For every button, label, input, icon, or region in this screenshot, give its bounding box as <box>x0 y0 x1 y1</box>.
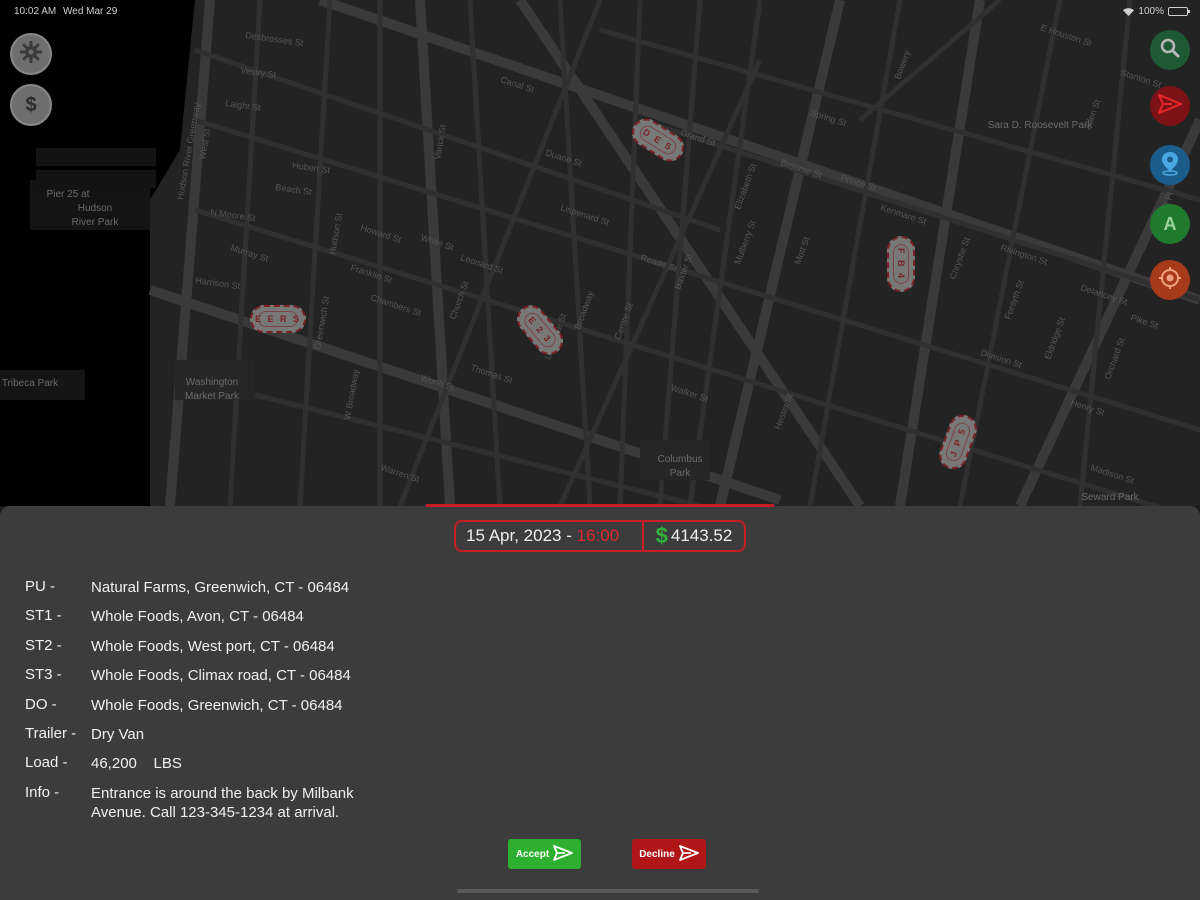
settings-button[interactable] <box>10 33 52 75</box>
accept-label: Accept <box>515 848 550 860</box>
search-button[interactable] <box>1150 30 1190 70</box>
place-label: Hudson <box>78 203 112 214</box>
sheet-accent-line <box>426 504 774 507</box>
place-label: Market Park <box>185 391 240 402</box>
offer-price: $ 4143.52 <box>644 523 744 549</box>
status-bar: 10:02 AM Wed Mar 29 100% <box>0 0 1200 22</box>
detail-row-trailer: Trailer - Dry Van <box>25 725 391 754</box>
search-icon <box>1159 37 1181 64</box>
detail-label: Trailer - <box>25 724 77 742</box>
pickup-datetime: 15 Apr, 2023 - 16:00 <box>456 526 642 546</box>
battery-icon <box>1168 7 1190 16</box>
target-icon <box>1158 266 1182 295</box>
place-label: Washington <box>186 377 238 388</box>
detail-value: Entrance is around the back by Milbank A… <box>91 784 354 821</box>
detail-value: 46,200 LBS <box>91 755 182 773</box>
pickup-date: 15 Apr, 2023 - <box>466 526 577 545</box>
detail-label: Info - <box>25 783 60 801</box>
decline-label: Decline <box>639 848 675 860</box>
detail-label: PU - <box>25 578 55 595</box>
detail-row-dropoff: DO - Whole Foods, Greenwich, CT - 06484 <box>25 696 391 725</box>
detail-row-load: Load - 46,200 LBS <box>25 754 391 783</box>
detail-label: ST1 - <box>25 607 62 625</box>
settings-icon <box>19 40 43 69</box>
wifi-icon <box>1123 7 1135 16</box>
place-label: Seward Park <box>1081 492 1139 503</box>
detail-value: Whole Foods, Climax road, CT - 06484 <box>91 667 351 685</box>
map-streets: Pier 25 at Hudson River Park Washington … <box>0 0 1200 506</box>
home-indicator[interactable] <box>457 889 759 893</box>
detail-label: ST2 - <box>25 636 62 654</box>
target-button[interactable] <box>1150 260 1190 300</box>
detail-label: DO - <box>25 695 57 713</box>
map-view[interactable]: Pier 25 at Hudson River Park Washington … <box>0 0 1200 506</box>
send-icon <box>1157 93 1183 120</box>
place-label: Park <box>670 468 692 479</box>
location-pin-icon <box>1159 150 1181 181</box>
detail-row-pickup: PU - Natural Farms, Greenwich, CT - 0648… <box>25 578 391 607</box>
status-right: 100% <box>1123 6 1190 17</box>
location-pin-button[interactable] <box>1150 145 1190 185</box>
detail-row-stop-2: ST2 - Whole Foods, West port, CT - 06484 <box>25 637 391 666</box>
letter-a-button[interactable]: A <box>1150 204 1190 244</box>
load-offer-sheet: 15 Apr, 2023 - 16:00 $ 4143.52 PU - Natu… <box>0 504 1200 900</box>
detail-value: Whole Foods, Avon, CT - 06484 <box>91 608 304 626</box>
send-icon <box>678 844 699 864</box>
detail-value: Whole Foods, West port, CT - 06484 <box>91 637 335 655</box>
detail-row-info: Info - Entrance is around the back by Mi… <box>25 783 391 821</box>
decline-button[interactable]: Decline <box>632 839 706 869</box>
vehicle-marker[interactable]: E E R S <box>250 305 306 333</box>
detail-value: Natural Farms, Greenwich, CT - 06484 <box>91 579 350 596</box>
earnings-button[interactable]: $ <box>10 84 52 126</box>
offer-summary: 15 Apr, 2023 - 16:00 $ 4143.52 <box>454 520 746 552</box>
detail-row-stop-1: ST1 - Whole Foods, Avon, CT - 06484 <box>25 607 391 636</box>
price-value: 4143.52 <box>670 526 733 545</box>
send-button[interactable] <box>1150 86 1190 126</box>
load-details: PU - Natural Farms, Greenwich, CT - 0648… <box>25 578 391 821</box>
battery-percent: 100% <box>1138 6 1164 17</box>
accept-button[interactable]: Accept <box>508 839 581 869</box>
dollar-icon: $ <box>25 93 37 116</box>
place-label: River Park <box>72 217 120 228</box>
pickup-time: 16:00 <box>576 526 620 545</box>
detail-label: ST3 - <box>25 666 62 684</box>
status-time: 10:02 AM <box>14 6 57 17</box>
vehicle-marker[interactable]: F B 4 <box>887 236 915 292</box>
place-label: Sara D. Roosevelt Park <box>988 120 1093 131</box>
letter-a-icon: A <box>1163 213 1177 234</box>
detail-value: Dry Van <box>91 725 145 743</box>
place-label: Columbus <box>657 454 702 465</box>
place-label: Tribeca Park <box>2 378 59 389</box>
place-label: Pier 25 at <box>47 189 90 200</box>
send-icon <box>553 844 574 864</box>
status-date: Wed Mar 29 <box>63 6 118 17</box>
detail-row-stop-3: ST3 - Whole Foods, Climax road, CT - 064… <box>25 666 391 695</box>
detail-value: Whole Foods, Greenwich, CT - 06484 <box>91 696 343 714</box>
dollar-icon: $ <box>655 523 668 548</box>
detail-label: Load - <box>25 754 68 772</box>
